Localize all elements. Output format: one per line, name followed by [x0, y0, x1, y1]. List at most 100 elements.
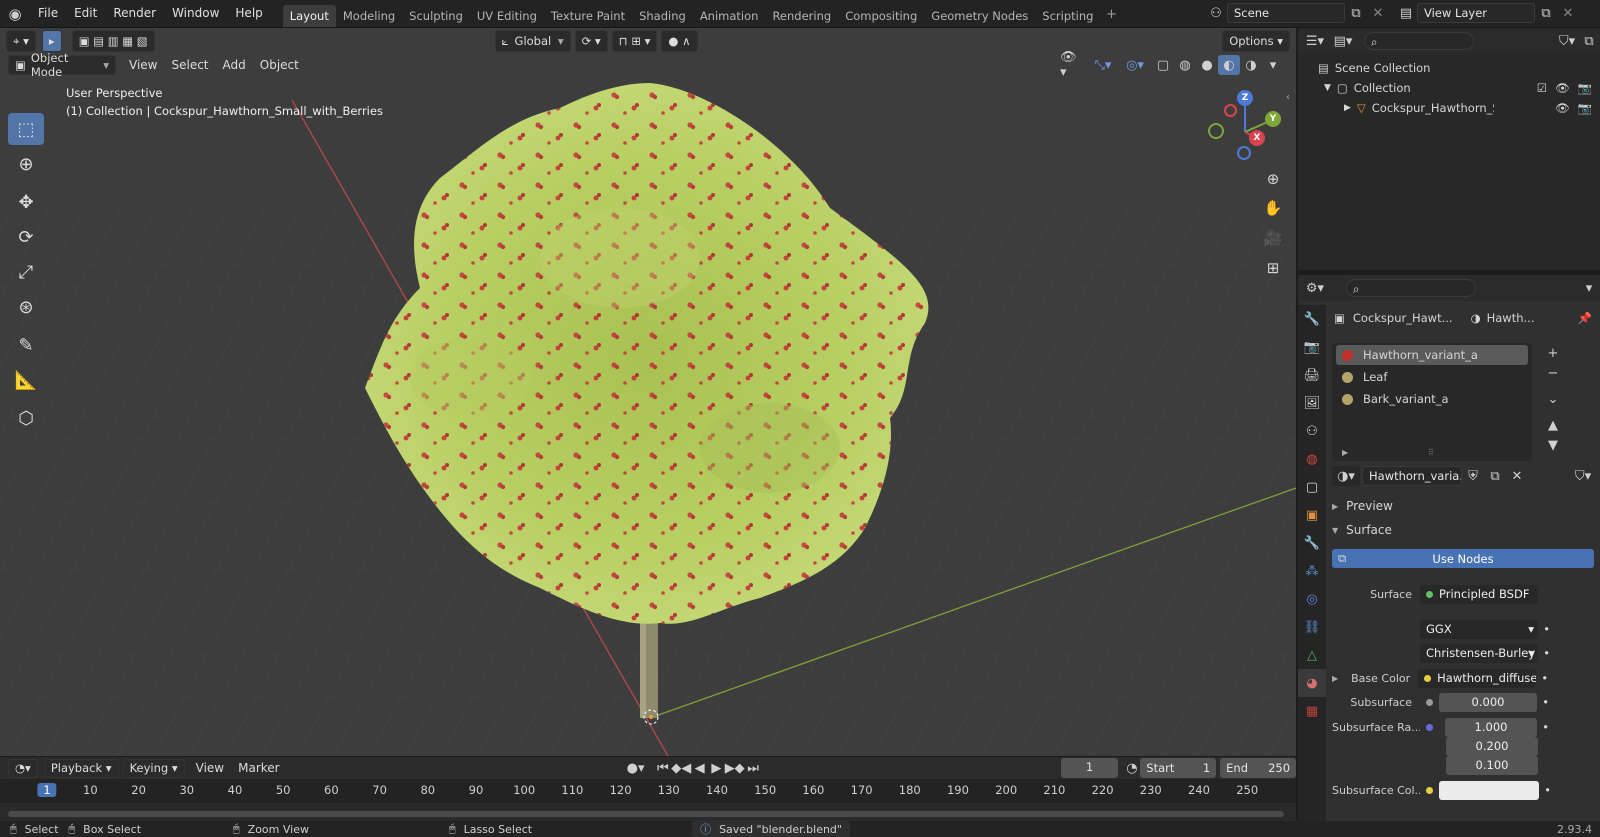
- keying-menu[interactable]: Keying ▾: [122, 758, 185, 778]
- surface-panel-header[interactable]: ▼ Surface: [1332, 521, 1594, 539]
- link-filter-icon[interactable]: ⛉▾: [1572, 466, 1594, 486]
- delete-view-layer-icon[interactable]: ✕: [1557, 3, 1579, 23]
- surface-shader-dropdown[interactable]: Principled BSDF: [1420, 584, 1538, 604]
- start-frame-field[interactable]: Start 1: [1140, 758, 1217, 778]
- play-reverse-icon[interactable]: ◀: [691, 758, 708, 778]
- new-view-layer-icon[interactable]: ⧉: [1535, 3, 1557, 23]
- cursor-tool-icon[interactable]: ⊕: [8, 148, 44, 180]
- pivot-point-icon[interactable]: ⟳ ▾: [574, 30, 608, 52]
- gizmo-neg-x-axis[interactable]: [1224, 104, 1237, 117]
- modifier-tab-icon[interactable]: 🔧: [1298, 529, 1326, 557]
- 3d-viewport[interactable]: ⌖ ▾ ▸ ▣ ▤ ▥ ▦ ▧ ⟀ Global ▾ ⟳ ▾ ⊓ ⊞ ▾ ● ∧…: [0, 28, 1296, 756]
- scale-tool-icon[interactable]: ⤢: [8, 256, 44, 288]
- properties-search-input[interactable]: ⌕: [1346, 279, 1476, 297]
- outliner-row-scene-collection[interactable]: ▤ Scene Collection: [1298, 58, 1600, 78]
- data-tab-icon[interactable]: △: [1298, 641, 1326, 669]
- viewport-menu-add[interactable]: Add: [216, 58, 253, 72]
- visibility-eye-icon[interactable]: 👁: [1555, 81, 1570, 95]
- browse-material-icon[interactable]: ◑▾: [1332, 466, 1360, 486]
- pin-icon[interactable]: 📌: [1578, 311, 1592, 325]
- end-frame-field[interactable]: End 250: [1220, 758, 1297, 778]
- blender-logo-icon[interactable]: ◉: [0, 4, 30, 24]
- add-cube-tool-icon[interactable]: ⬡: [8, 402, 44, 434]
- select-box-tool-icon[interactable]: ⬚: [8, 113, 44, 145]
- properties-options-icon[interactable]: ▾: [1578, 278, 1600, 298]
- socket-icon[interactable]: [1426, 698, 1433, 706]
- expand-arrow-icon[interactable]: ▼: [1324, 83, 1331, 93]
- xray-icon[interactable]: ▢: [1152, 55, 1174, 75]
- scene-icon[interactable]: ⚇: [1205, 3, 1227, 23]
- overlay-toggle-icon[interactable]: ◎▾: [1124, 55, 1146, 75]
- visibility-icon[interactable]: 👁▾: [1060, 50, 1082, 80]
- expand-arrow-icon[interactable]: ▶: [1344, 103, 1351, 113]
- snap-icon[interactable]: ⊓ ⊞ ▾: [611, 30, 658, 52]
- play-icon[interactable]: ▶: [708, 758, 725, 778]
- subsurface-value-field[interactable]: 0.000: [1439, 692, 1537, 712]
- new-scene-icon[interactable]: ⧉: [1345, 3, 1367, 23]
- move-tool-icon[interactable]: ✥: [8, 186, 44, 218]
- wireframe-shading-icon[interactable]: ◍: [1174, 55, 1196, 75]
- navigation-gizmo[interactable]: Z Y X: [1200, 88, 1290, 168]
- tab-uv-editing[interactable]: UV Editing: [470, 5, 544, 27]
- remove-slot-icon[interactable]: −: [1542, 363, 1564, 383]
- add-slot-icon[interactable]: +: [1542, 343, 1564, 363]
- viewport-menu-view[interactable]: View: [122, 58, 164, 72]
- timeline-scrollbar[interactable]: [8, 811, 1284, 817]
- jump-end-icon[interactable]: ⏭: [745, 758, 762, 778]
- constraints-tab-icon[interactable]: ⛓: [1298, 613, 1326, 641]
- physics-tab-icon[interactable]: ◎: [1298, 585, 1326, 613]
- pan-hand-icon[interactable]: ✋: [1259, 194, 1287, 222]
- rendered-shading-icon[interactable]: ◑: [1240, 55, 1262, 75]
- add-workspace-icon[interactable]: +: [1100, 4, 1122, 24]
- particles-tab-icon[interactable]: ⁂: [1298, 557, 1326, 585]
- view-layer-icon[interactable]: ▤: [1395, 3, 1417, 23]
- prev-keyframe-icon[interactable]: ◆◀: [671, 758, 691, 778]
- gizmo-z-axis[interactable]: Z: [1237, 90, 1253, 106]
- render-camera-icon[interactable]: 📷: [1578, 81, 1592, 95]
- transform-orientation-dropdown[interactable]: ⟀ Global ▾: [494, 30, 571, 52]
- perspective-toggle-icon[interactable]: ⊞: [1259, 254, 1287, 282]
- outliner-search-input[interactable]: ⌕: [1364, 32, 1474, 50]
- tab-compositing[interactable]: Compositing: [838, 5, 924, 27]
- gizmo-y-axis[interactable]: Y: [1265, 111, 1281, 127]
- tool-tab-icon[interactable]: 🔧: [1298, 305, 1326, 333]
- timeline-editor-type-icon[interactable]: ◔▾: [8, 758, 38, 778]
- material-slot-item[interactable]: Leaf: [1336, 367, 1528, 387]
- subsurface-color-swatch[interactable]: [1439, 780, 1539, 800]
- material-tab-icon[interactable]: ◕: [1298, 669, 1326, 697]
- camera-view-icon[interactable]: 🎥: [1259, 224, 1287, 252]
- texture-tab-icon[interactable]: ▦: [1298, 697, 1326, 725]
- auto-keying-icon[interactable]: ●▾: [627, 758, 645, 778]
- collection-tab-icon[interactable]: ▢: [1298, 473, 1326, 501]
- menu-help[interactable]: Help: [227, 0, 270, 28]
- annotate-tool-icon[interactable]: ✎: [8, 329, 44, 361]
- select-tool-mode-icon[interactable]: ▸: [41, 30, 62, 52]
- subsurface-method-dropdown[interactable]: Christensen-Burley ▾: [1420, 643, 1538, 663]
- timeline-menu-view[interactable]: View: [189, 761, 231, 775]
- output-tab-icon[interactable]: 🖨: [1298, 361, 1326, 389]
- tab-geometry-nodes[interactable]: Geometry Nodes: [924, 5, 1035, 27]
- outliner-row-object[interactable]: ▶ ▽ Cockspur_Hawthorn_Sma 👁 📷: [1298, 98, 1600, 118]
- solid-shading-icon[interactable]: ●: [1196, 55, 1218, 75]
- material-slot-item[interactable]: Hawthorn_variant_a: [1336, 345, 1528, 365]
- view-layer-tab-icon[interactable]: 🖼: [1298, 389, 1326, 417]
- render-camera-icon[interactable]: 📷: [1578, 101, 1592, 115]
- menu-window[interactable]: Window: [164, 0, 227, 28]
- delete-scene-icon[interactable]: ✕: [1367, 3, 1389, 23]
- preview-range-icon[interactable]: ◔: [1124, 758, 1141, 778]
- expand-arrow-icon[interactable]: ▶: [1332, 674, 1338, 683]
- material-name-field[interactable]: Hawthorn_varia...: [1362, 466, 1462, 486]
- preview-panel-header[interactable]: ▶ Preview: [1332, 497, 1594, 515]
- filter-icon[interactable]: ⛉▾: [1556, 31, 1578, 51]
- tab-shading[interactable]: Shading: [632, 5, 693, 27]
- fake-user-shield-icon[interactable]: ⛨: [1462, 466, 1484, 486]
- distribution-dropdown[interactable]: GGX ▾: [1420, 619, 1538, 639]
- menu-render[interactable]: Render: [105, 0, 164, 28]
- base-color-texture-field[interactable]: Hawthorn_diffuse....: [1418, 668, 1537, 688]
- use-nodes-button[interactable]: ⧉ Use Nodes: [1332, 549, 1594, 568]
- view-layer-field[interactable]: View Layer: [1417, 3, 1535, 23]
- world-tab-icon[interactable]: ◍: [1298, 445, 1326, 473]
- object-tab-icon[interactable]: ▣: [1298, 501, 1326, 529]
- gizmo-toggle-icon[interactable]: ⤡▾: [1092, 55, 1114, 75]
- tab-scripting[interactable]: Scripting: [1035, 5, 1100, 27]
